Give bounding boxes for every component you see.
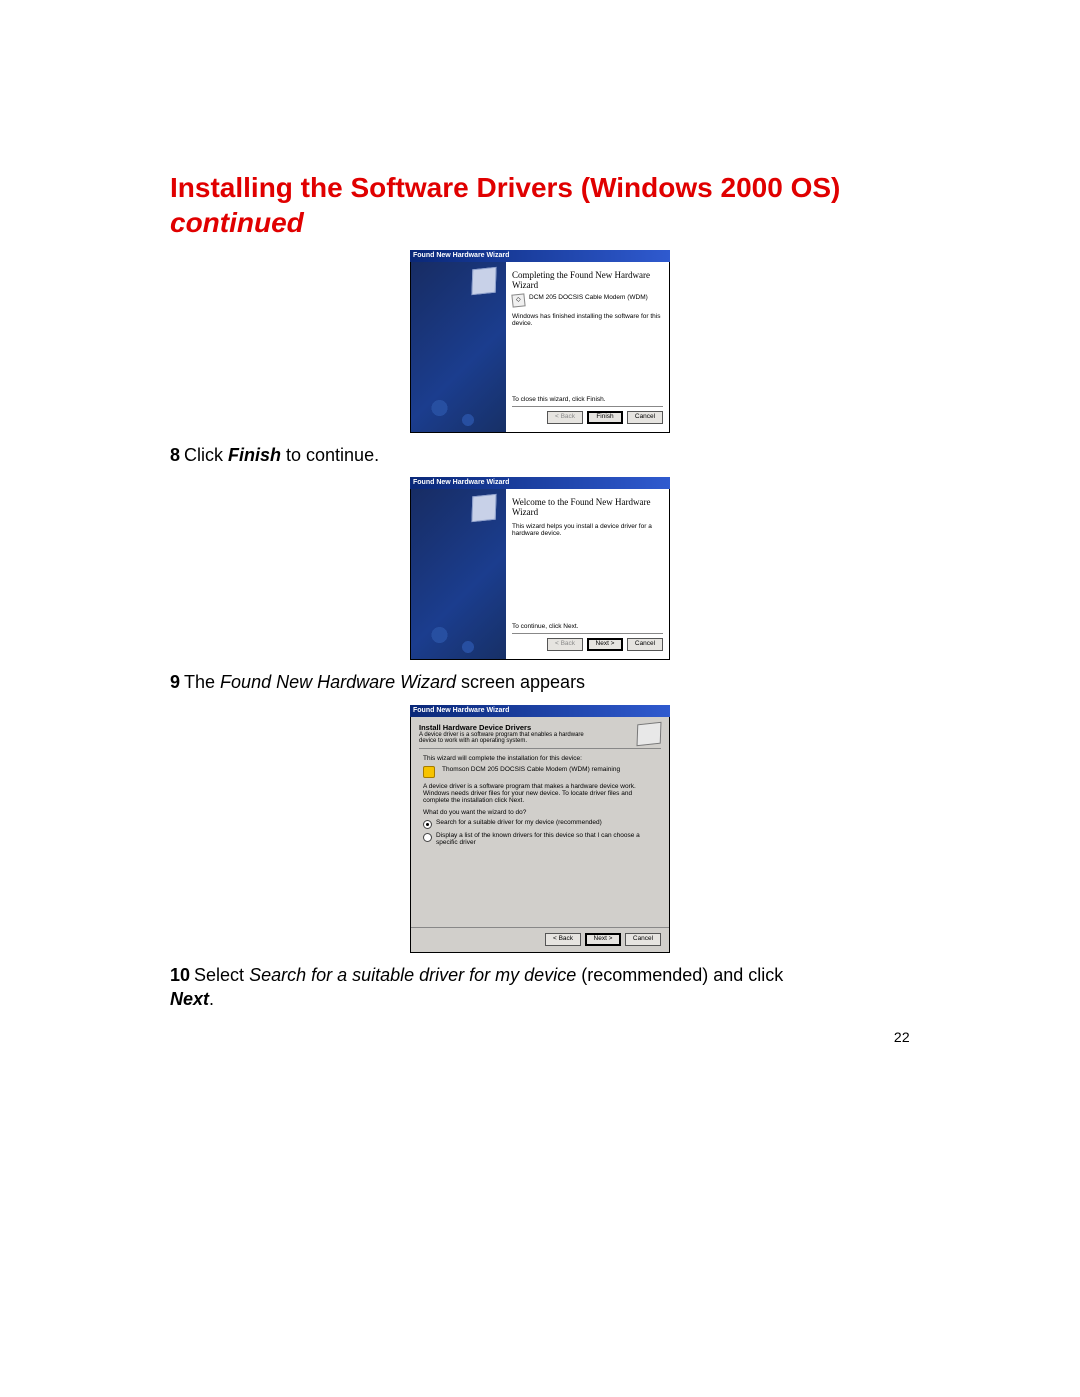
wizard-close-hint: To close this wizard, click Finish. (512, 396, 663, 403)
wizard-heading: Welcome to the Found New Hardware Wizard (512, 497, 663, 517)
device-name: Thomson DCM 205 DOCSIS Cable Modem (WDM)… (442, 766, 620, 773)
wizard-question: What do you want the wizard to do? (423, 809, 657, 816)
next-button[interactable]: Next > (587, 638, 623, 651)
wizard-header-title: Install Hardware Device Drivers (419, 723, 531, 732)
step-text-after: to continue. (281, 445, 379, 465)
wizard-screenshot-completing: Found New Hardware Wizard Completing the… (410, 250, 670, 433)
divider (419, 748, 661, 749)
wizard-explanation: A device driver is a software program th… (423, 783, 657, 804)
step-italic: Search for a suitable driver for my devi… (249, 965, 576, 985)
window-titlebar: Found New Hardware Wizard (410, 250, 670, 262)
document-icon (471, 267, 496, 295)
wizard-message: Windows has finished installing the soft… (512, 313, 663, 327)
step-text-after: screen appears (456, 672, 585, 692)
page-number: 22 (170, 1029, 910, 1045)
wizard-screenshot-welcome: Found New Hardware Wizard Welcome to the… (410, 477, 670, 660)
cancel-button[interactable]: Cancel (627, 638, 663, 651)
wizard-sidebar-graphic (411, 489, 506, 659)
back-button[interactable]: < Back (545, 933, 581, 946)
step-text: Select (194, 965, 249, 985)
radio-option-search[interactable]: Search for a suitable driver for my devi… (423, 819, 657, 829)
wizard-sidebar-graphic (411, 262, 506, 432)
window-titlebar: Found New Hardware Wizard (410, 705, 670, 717)
radio-icon (423, 820, 432, 829)
wizard-screenshot-install-drivers: Found New Hardware Wizard Install Hardwa… (410, 705, 670, 953)
wizard-continue-hint: To continue, click Next. (512, 623, 663, 630)
device-name: DCM 205 DOCSIS Cable Modem (WDM) (529, 294, 648, 301)
radio-label: Search for a suitable driver for my devi… (436, 819, 602, 826)
wizard-header-desc: A device driver is a software program th… (419, 732, 599, 744)
device-icon: ◇ (511, 293, 525, 307)
step-bold: Next (170, 989, 209, 1009)
step-number: 10 (170, 965, 190, 985)
window-titlebar: Found New Hardware Wizard (410, 477, 670, 489)
cancel-button[interactable]: Cancel (627, 411, 663, 424)
step-number: 9 (170, 672, 180, 692)
back-button: < Back (547, 638, 583, 651)
step-italic: Found New Hardware Wizard (220, 672, 456, 692)
wizard-intro: This wizard will complete the installati… (423, 755, 657, 762)
step-text: Click (184, 445, 228, 465)
document-icon (471, 494, 496, 522)
step-period: . (209, 989, 214, 1009)
heading-continued: continued (170, 207, 304, 238)
next-button[interactable]: Next > (585, 933, 621, 946)
page-heading: Installing the Software Drivers (Windows… (170, 170, 910, 240)
back-button: < Back (547, 411, 583, 424)
radio-label: Display a list of the known drivers for … (436, 832, 657, 846)
step-9: 9The Found New Hardware Wizard screen ap… (170, 670, 910, 694)
radio-icon (423, 833, 432, 842)
step-10: 10Select Search for a suitable driver fo… (170, 963, 910, 1012)
hardware-icon (637, 721, 662, 745)
wizard-heading: Completing the Found New Hardware Wizard (512, 270, 663, 290)
radio-option-display-list[interactable]: Display a list of the known drivers for … (423, 832, 657, 846)
step-8: 8Click Finish to continue. (170, 443, 910, 467)
step-text: The (184, 672, 220, 692)
cancel-button[interactable]: Cancel (625, 933, 661, 946)
wizard-message: This wizard helps you install a device d… (512, 523, 663, 537)
heading-main: Installing the Software Drivers (Windows… (170, 172, 840, 203)
step-text-mid: (recommended) and click (576, 965, 783, 985)
step-number: 8 (170, 445, 180, 465)
step-bold: Finish (228, 445, 281, 465)
finish-button[interactable]: Finish (587, 411, 623, 424)
warning-device-icon (423, 766, 435, 778)
